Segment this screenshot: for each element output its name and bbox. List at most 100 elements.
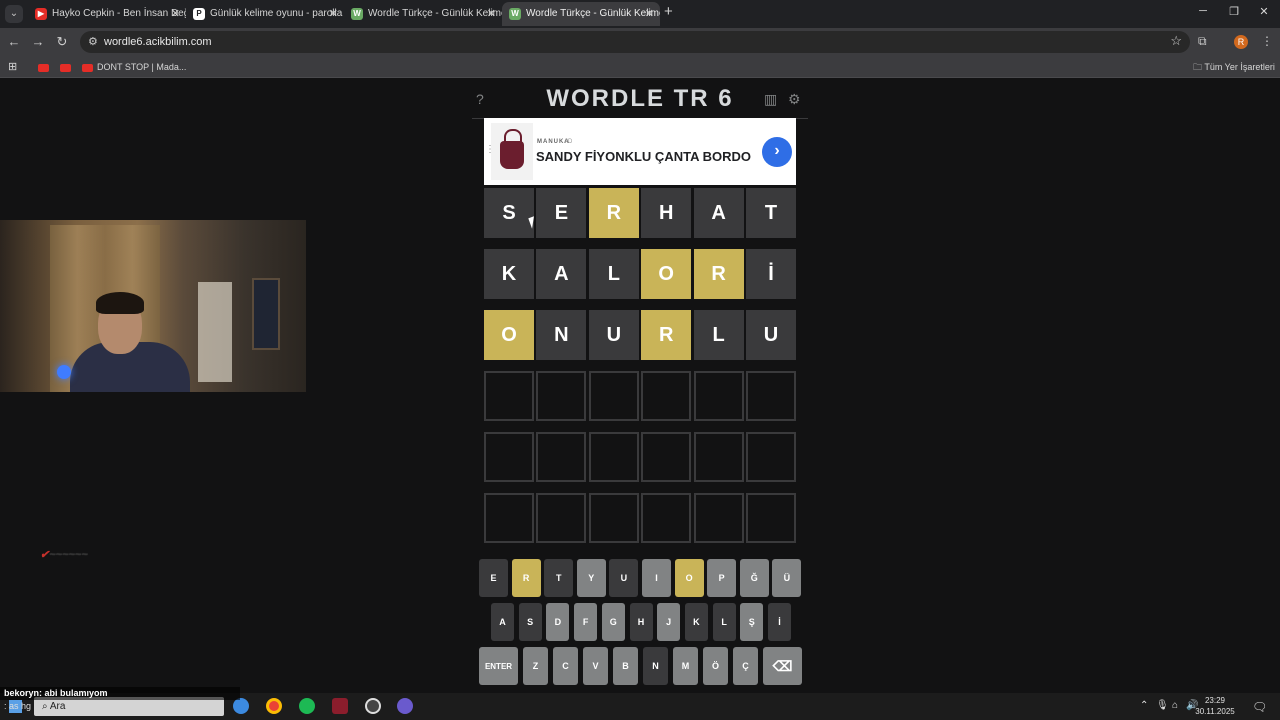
keyboard-key[interactable]: Ü — [772, 559, 802, 597]
network-icon[interactable]: ⌂ — [1172, 700, 1178, 711]
all-bookmarks-label: Tüm Yer İşaretleri — [1204, 62, 1275, 72]
chrome-app-icon[interactable] — [266, 698, 282, 714]
obs-app-icon[interactable] — [365, 698, 381, 714]
youtube-icon: ▶ — [35, 8, 47, 20]
ad-label: AD — [564, 139, 573, 145]
youtube-icon — [82, 63, 93, 72]
extensions-icon[interactable]: ⧉ — [1198, 34, 1207, 49]
clock-time: 23:29 — [1204, 696, 1226, 705]
new-tab-button[interactable]: + — [664, 3, 673, 20]
keyboard-key[interactable]: M — [673, 647, 698, 685]
discord-app-icon[interactable] — [397, 698, 413, 714]
reload-button[interactable]: ↻ — [54, 34, 70, 50]
wordle-icon: W — [351, 8, 363, 20]
tray-chevron-icon[interactable]: ⌃ — [1140, 700, 1148, 711]
microphone-icon[interactable]: 🎙 — [1156, 700, 1169, 711]
ad-headline[interactable]: SANDY FİYONKLU ÇANTA BORDO — [536, 149, 751, 164]
game-title: WORDLE TR 6 — [546, 85, 734, 112]
keyboard-key[interactable]: B — [613, 647, 638, 685]
all-bookmarks-button[interactable]: 🗀 Tüm Yer İşaretleri — [1193, 56, 1275, 78]
backspace-key[interactable]: ⌫ — [763, 647, 802, 685]
tab-search-button[interactable]: ⌄ — [5, 5, 23, 23]
statistics-icon[interactable]: ▥ — [764, 91, 777, 108]
ad-arrow-button[interactable]: › — [762, 137, 792, 167]
stream-chat-overlay: bekoryn: abi bulamıyom : as hg — [0, 687, 240, 713]
back-button[interactable]: ← — [6, 34, 22, 49]
keyboard-key[interactable]: C — [553, 647, 578, 685]
keyboard-key[interactable]: G — [601, 603, 625, 641]
close-tab-icon[interactable]: ✕ — [171, 2, 180, 26]
url-bar[interactable]: ⚙ wordle6.acikbilim.com ☆ — [80, 31, 1190, 53]
keyboard-key[interactable]: Z — [523, 647, 548, 685]
keyboard-key[interactable]: Ö — [703, 647, 728, 685]
letter-tile — [484, 493, 534, 543]
letter-tile — [641, 432, 692, 482]
taskbar-clock[interactable]: 23:29 30.11.2025 — [1195, 695, 1235, 717]
letter-tile — [536, 493, 587, 543]
keyboard-key[interactable]: S — [518, 603, 542, 641]
keyboard-key[interactable]: T — [544, 559, 574, 597]
bookmark-youtube-1[interactable] — [38, 56, 53, 78]
forward-button[interactable]: → — [30, 34, 46, 49]
keyboard-key[interactable]: K — [684, 603, 708, 641]
browser-tab[interactable]: W Wordle Türkçe - Günlük Kelime ✕ — [344, 2, 502, 26]
keyboard-key[interactable]: O — [674, 559, 704, 597]
keyboard-key[interactable]: R — [511, 559, 541, 597]
browser-tab[interactable]: P Günlük kelime oyunu - parolla ✕ — [186, 2, 344, 26]
more-menu-icon[interactable]: ⋮ — [1261, 34, 1273, 48]
keyboard-key[interactable]: Y — [576, 559, 606, 597]
letter-tile — [588, 493, 639, 543]
bookmark-star-icon[interactable]: ☆ — [1170, 33, 1182, 49]
letter-tile — [536, 371, 587, 421]
keyboard-key[interactable]: Ş — [740, 603, 764, 641]
keyboard-key[interactable]: A — [491, 603, 514, 641]
keyboard-key[interactable]: Ğ — [739, 559, 769, 597]
notification-icon[interactable]: 🗨 — [1252, 700, 1267, 714]
tab-title: Hayko Cepkin - Ben İnsan Değ — [52, 8, 186, 19]
letter-tile: K — [484, 249, 534, 299]
apps-grid-icon[interactable]: ⊞ — [8, 56, 17, 78]
settings-gear-icon[interactable]: ⚙ — [788, 91, 801, 108]
minimize-button[interactable]: ─ — [1193, 5, 1213, 17]
bookmark-youtube-2[interactable] — [60, 56, 75, 78]
close-tab-icon[interactable]: ✕ — [487, 2, 496, 26]
webcam-person-hair — [96, 292, 144, 314]
browser-tab[interactable]: W Wordle Türkçe - Günlük Kelime ✕ — [502, 2, 660, 26]
keyboard-key[interactable]: P — [707, 559, 737, 597]
url-text[interactable]: wordle6.acikbilim.com — [104, 31, 212, 53]
keyboard-key[interactable]: V — [583, 647, 608, 685]
keyboard-key[interactable]: H — [629, 603, 653, 641]
game-header: ? WORDLE TR 6 ▥ ⚙ — [472, 83, 808, 119]
keyboard-key[interactable]: J — [657, 603, 681, 641]
site-info-icon[interactable]: ⚙ — [88, 35, 98, 48]
letter-tile: R — [693, 249, 744, 299]
keyboard-key[interactable]: E — [479, 559, 508, 597]
bookmarks-bar: ⊞ DONT STOP | Mada... 🗀 Tüm Yer İşaretle… — [0, 56, 1280, 78]
board-row — [484, 371, 796, 421]
keyboard-key[interactable]: I — [642, 559, 671, 597]
app-icon-red[interactable] — [332, 698, 348, 714]
letter-tile: A — [693, 188, 744, 238]
keyboard-key[interactable]: İ — [768, 603, 791, 641]
profile-avatar[interactable]: R — [1234, 35, 1248, 49]
close-window-button[interactable]: ✕ — [1254, 5, 1274, 18]
keyboard-key[interactable]: Ç — [733, 647, 758, 685]
spotify-app-icon[interactable] — [299, 698, 315, 714]
keyboard-key[interactable]: U — [609, 559, 639, 597]
bookmark-dont-stop[interactable]: DONT STOP | Mada... — [82, 56, 186, 78]
advertisement-banner[interactable]: ⋮ MANUKA AD SANDY FİYONKLU ÇANTA BORDO › — [484, 118, 796, 185]
letter-tile: R — [588, 188, 639, 238]
letter-tile: S — [484, 188, 534, 238]
letter-tile: E — [536, 188, 587, 238]
keyboard-key[interactable]: F — [574, 603, 598, 641]
browser-tab[interactable]: ▶ Hayko Cepkin - Ben İnsan Değ ✕ — [28, 2, 186, 26]
enter-key[interactable]: ENTER — [479, 647, 518, 685]
letter-tile: R — [641, 310, 692, 360]
letter-tile: H — [641, 188, 692, 238]
close-tab-icon[interactable]: ✕ — [645, 2, 654, 26]
close-tab-icon[interactable]: ✕ — [329, 2, 338, 26]
restore-button[interactable]: ❐ — [1224, 5, 1244, 18]
keyboard-key[interactable]: D — [546, 603, 570, 641]
keyboard-key[interactable]: N — [643, 647, 668, 685]
keyboard-key[interactable]: L — [712, 603, 736, 641]
